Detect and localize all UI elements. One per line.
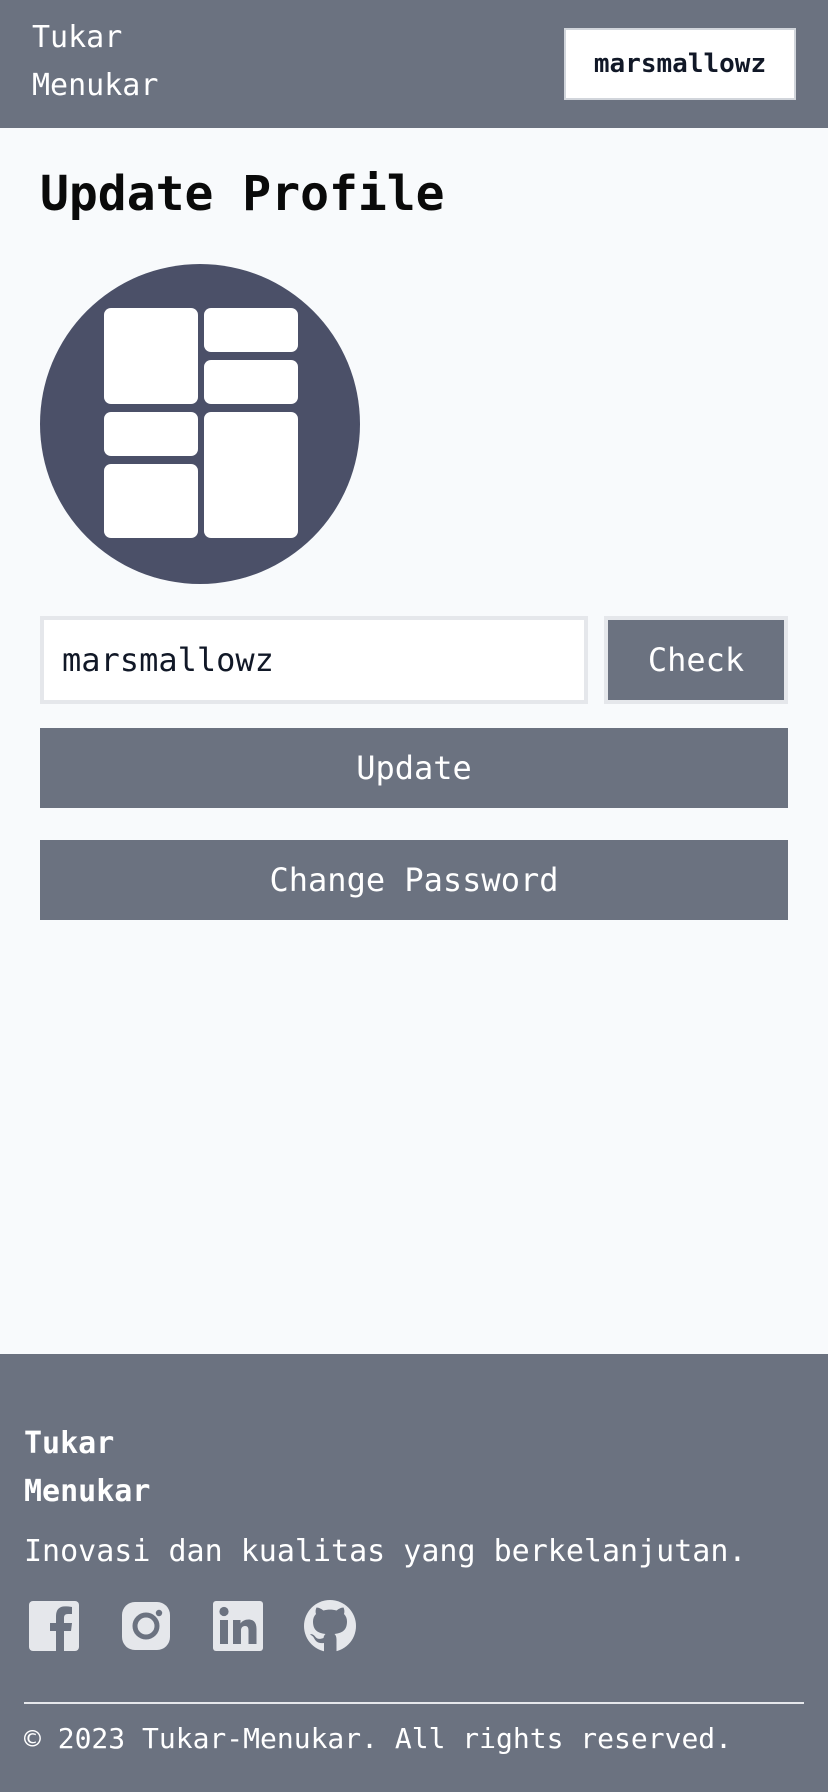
- linkedin-icon[interactable]: [210, 1598, 266, 1654]
- page-title: Update Profile: [40, 166, 445, 222]
- change-password-button[interactable]: Change Password: [40, 840, 788, 920]
- github-icon[interactable]: [302, 1598, 358, 1654]
- user-menu-button[interactable]: marsmallowz: [564, 28, 796, 100]
- footer-brand: Tukar Menukar: [24, 1420, 184, 1516]
- footer-tagline: Inovasi dan kualitas yang berkelanjutan.: [24, 1534, 747, 1569]
- copyright-text: © 2023 Tukar-Menukar. All rights reserve…: [24, 1722, 733, 1755]
- footer: Tukar Menukar Inovasi dan kualitas yang …: [0, 1354, 828, 1792]
- check-username-button[interactable]: Check: [604, 616, 788, 704]
- update-button[interactable]: Update: [40, 728, 788, 808]
- top-navbar: Tukar Menukar marsmallowz: [0, 0, 828, 128]
- footer-brand-line-2: Menukar: [24, 1474, 151, 1509]
- brand-logo[interactable]: Tukar Menukar: [32, 14, 192, 110]
- brand-line-2: Menukar: [32, 68, 159, 103]
- brand-line-1: Tukar: [32, 20, 123, 55]
- username-input[interactable]: [40, 616, 588, 704]
- instagram-icon[interactable]: [118, 1598, 174, 1654]
- profile-avatar[interactable]: [40, 264, 360, 584]
- footer-brand-line-1: Tukar: [24, 1426, 115, 1461]
- facebook-icon[interactable]: [26, 1598, 82, 1654]
- footer-divider: [24, 1702, 804, 1704]
